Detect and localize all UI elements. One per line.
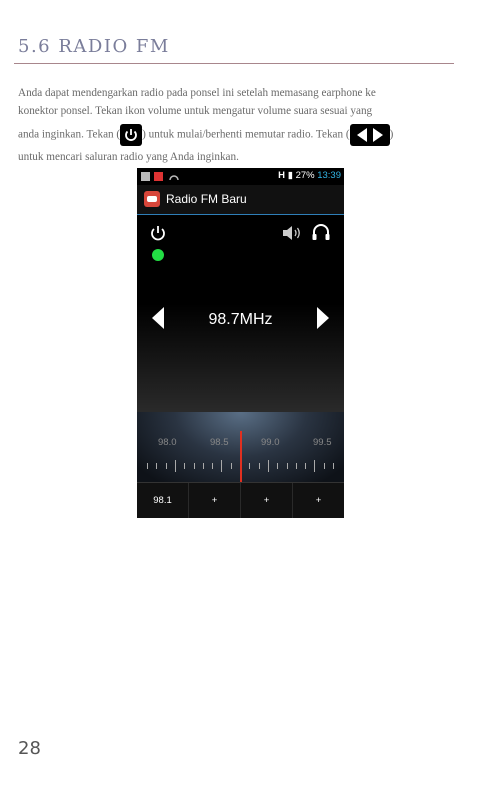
clock: 13:39: [317, 170, 341, 181]
power-icon: [120, 124, 143, 146]
paragraph-line-2: konektor ponsel. Tekan ikon volume untuk…: [18, 105, 373, 117]
network-type: H: [278, 170, 286, 181]
dial-tick: [249, 463, 251, 469]
page-number: 28: [18, 738, 41, 759]
dial-label: 98.5: [210, 437, 229, 448]
app-bar: Radio FM Baru: [137, 185, 344, 215]
dial-tick: [147, 463, 148, 469]
battery-percent: 27%: [295, 170, 315, 181]
section-title: 5.6 RADIO FM: [18, 36, 170, 57]
headphone-icon: [312, 224, 330, 240]
seek-next-button[interactable]: [317, 307, 329, 329]
dial-label: 98.0: [158, 437, 177, 448]
preset-bar: 98.1 + + +: [137, 482, 344, 518]
dial-tick: [230, 463, 232, 469]
dial-label: 99.5: [313, 437, 332, 448]
paragraph-line-3: anda inginkan. Tekan () untuk mulai/berh…: [18, 124, 393, 146]
notification-icons: [141, 172, 179, 181]
power-button[interactable]: [149, 224, 167, 242]
dial-tick: [286, 463, 288, 469]
dial-tick: [258, 463, 260, 469]
preset-3[interactable]: +: [241, 483, 293, 518]
dial-tick: [212, 463, 214, 469]
dial-tick: [221, 460, 223, 472]
dial-tick: [174, 460, 176, 472]
dial-tick: [305, 463, 307, 469]
dial-tick: [165, 463, 167, 469]
dial-tick: [267, 460, 269, 472]
radio-main-panel: 98.7MHz: [137, 215, 344, 412]
dial-tick: [184, 463, 186, 469]
dial-label: 99.0: [261, 437, 280, 448]
paragraph-line-1: Anda dapat mendengarkan radio pada ponse…: [18, 87, 376, 99]
volume-button[interactable]: [282, 225, 302, 241]
status-bar: H ▮ 27% 13:39: [137, 168, 344, 185]
tuning-needle: [240, 431, 242, 482]
radio-app-icon: [144, 191, 160, 207]
radio-screenshot: H ▮ 27% 13:39 Radio FM Baru 98.7MHz 98.0: [137, 168, 344, 518]
preset-2[interactable]: +: [189, 483, 241, 518]
preset-1[interactable]: 98.1: [137, 483, 189, 518]
dial-tick: [156, 463, 158, 469]
title-divider: [14, 63, 454, 64]
app-title: Radio FM Baru: [166, 192, 247, 206]
dial-tick: [193, 463, 195, 469]
dial-tick: [295, 463, 297, 469]
left-right-arrows-icon: [349, 124, 390, 146]
dial-tick: [333, 463, 334, 469]
signal-icon: ▮: [287, 170, 293, 181]
dial-tick: [277, 463, 279, 469]
preset-4[interactable]: +: [293, 483, 344, 518]
dial-tick: [314, 460, 316, 472]
current-frequency: 98.7MHz: [208, 311, 273, 328]
power-status-indicator: [152, 249, 164, 261]
dial-tick: [323, 463, 325, 469]
dial-tick: [202, 463, 204, 469]
paragraph-line-4: untuk mencari saluran radio yang Anda in…: [18, 151, 239, 163]
